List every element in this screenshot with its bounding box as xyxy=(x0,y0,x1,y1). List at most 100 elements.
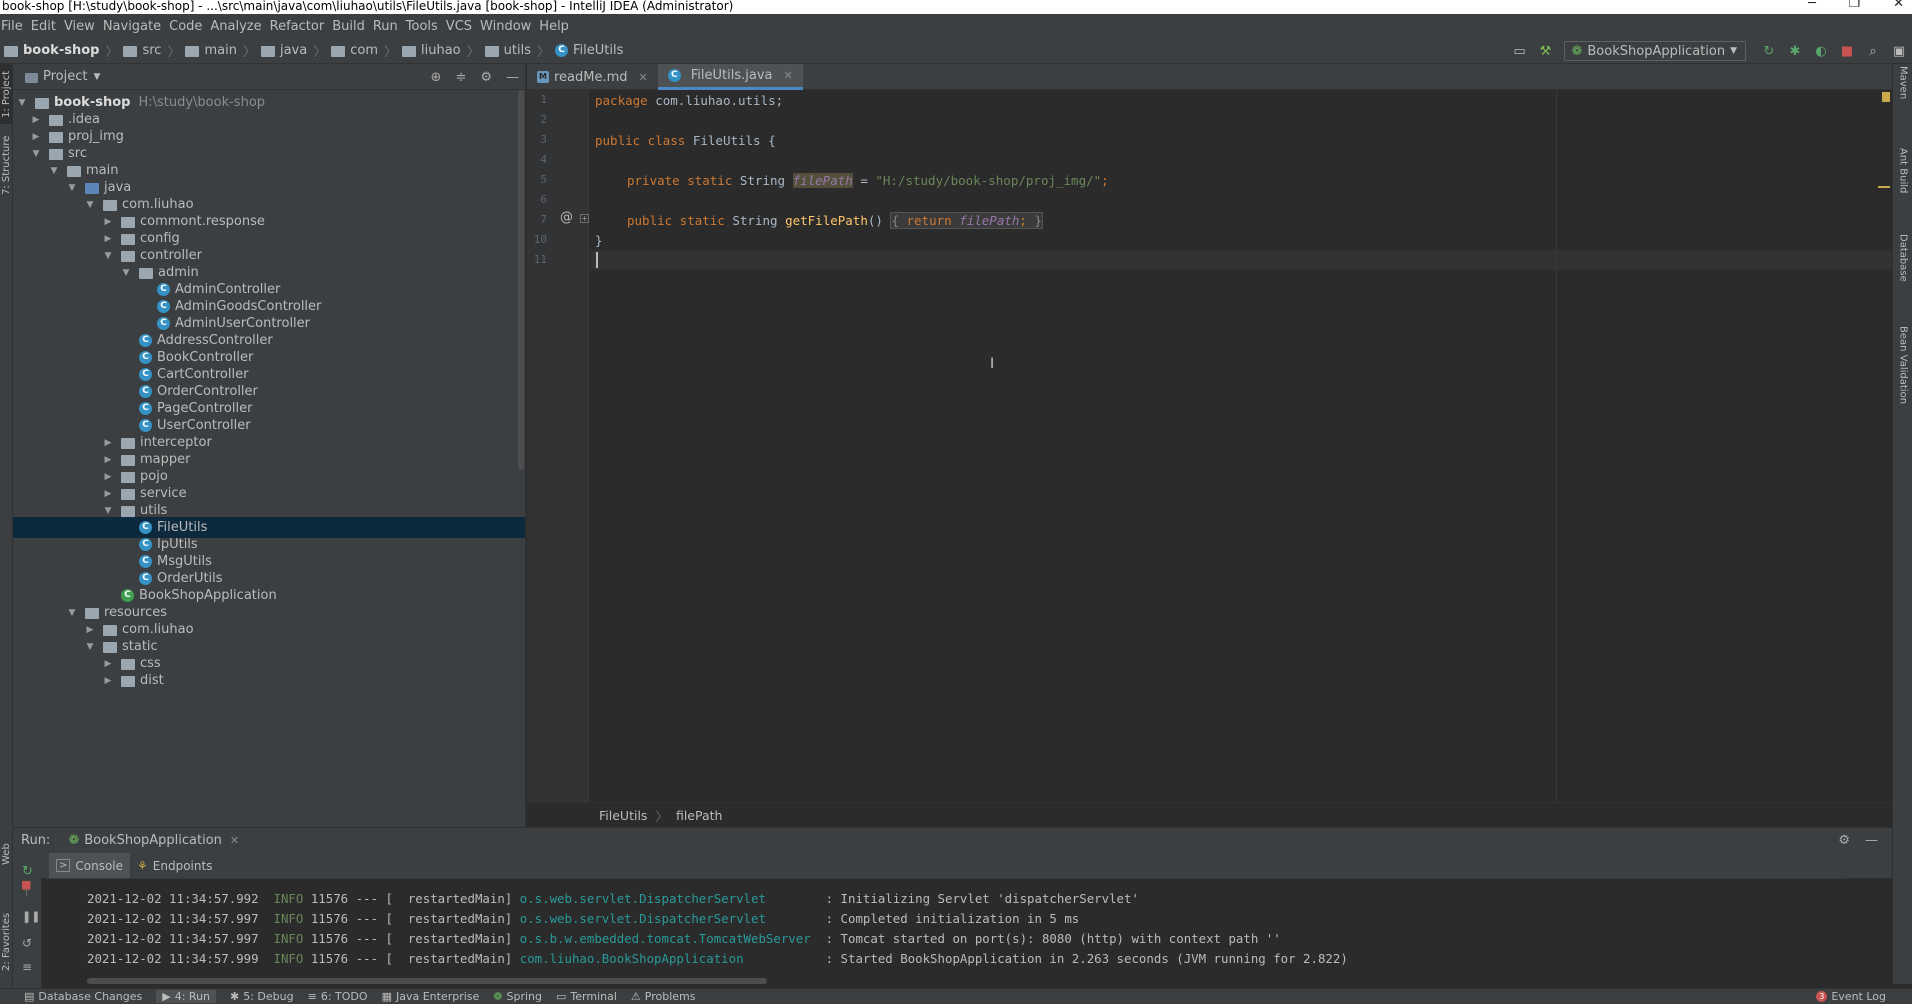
override-marker-icon[interactable]: @ xyxy=(560,210,573,225)
folder-icon xyxy=(123,46,138,57)
nav-crumb-java[interactable]: java 〉 xyxy=(260,41,331,60)
chevron-down-icon[interactable]: ▼ xyxy=(93,72,100,82)
project-structure-icon[interactable]: ▭ xyxy=(1506,40,1532,62)
tool-tab-ant-build[interactable]: Ant Build xyxy=(1895,148,1911,218)
console-scrollbar[interactable] xyxy=(87,978,767,984)
tree-item-label: AdminGoodsController xyxy=(175,299,322,314)
layout-icon[interactable]: ▣ xyxy=(1886,40,1912,62)
menu-code[interactable]: Code xyxy=(168,19,209,34)
class-icon: C xyxy=(139,368,152,381)
close-icon[interactable]: ✕ xyxy=(1893,0,1904,10)
project-view-icon xyxy=(25,72,38,83)
menu-edit[interactable]: Edit xyxy=(30,19,63,34)
nav-crumb-project[interactable]: book-shop 〉 xyxy=(4,41,123,60)
tool-tab-project[interactable]: 1: Project xyxy=(0,64,13,124)
status-tab-todo[interactable]: ≡ 6: TODO xyxy=(308,990,368,1003)
fold-toggle-icon[interactable]: + xyxy=(580,214,589,223)
menu-vcs[interactable]: VCS xyxy=(445,19,479,34)
tool-tab-maven[interactable]: Maven xyxy=(1895,66,1911,122)
menu-navigate[interactable]: Navigate xyxy=(102,19,168,34)
tool-tab-web[interactable]: Web xyxy=(0,834,13,874)
run-config-select[interactable]: ❁ BookShopApplication ▼ xyxy=(1564,41,1746,61)
menu-tools[interactable]: Tools xyxy=(405,19,445,34)
menu-analyze[interactable]: Analyze xyxy=(209,19,268,34)
status-tab-run[interactable]: ▶ 4: Run xyxy=(156,990,217,1003)
tab-readme[interactable]: MreadMe.md ✕ xyxy=(527,64,658,90)
status-tab-database-changes[interactable]: ▤ Database Changes xyxy=(24,990,142,1003)
locate-icon[interactable]: ⊕ xyxy=(431,70,442,85)
restore-icon[interactable]: ❐ xyxy=(1848,0,1860,10)
menu-build[interactable]: Build xyxy=(331,19,372,34)
project-panel-header: Project ▼ ⊕ ≑ ⚙ — xyxy=(13,64,525,90)
status-tab-spring[interactable]: ❁ Spring xyxy=(493,990,542,1003)
code-editor[interactable]: package com.liuhao.utils; public class F… xyxy=(590,90,1892,802)
tree-item-dist[interactable]: ▶ dist xyxy=(13,670,525,691)
folder-icon xyxy=(49,115,63,126)
status-tab-java-enterprise[interactable]: ▦ Java Enterprise xyxy=(382,990,480,1003)
breadcrumb-class[interactable]: FileUtils xyxy=(599,808,647,823)
close-icon[interactable]: ✕ xyxy=(784,69,793,82)
spring-app-icon: C xyxy=(121,589,134,602)
menu-run[interactable]: Run xyxy=(372,19,405,34)
close-icon[interactable]: ✕ xyxy=(639,71,648,84)
nav-crumb-fileutils[interactable]: C FileUtils xyxy=(555,43,623,58)
hide-icon[interactable]: — xyxy=(506,70,519,85)
tool-tab-database[interactable]: Database xyxy=(1895,234,1911,306)
spring-icon: ❁ xyxy=(68,833,80,848)
package-icon xyxy=(121,455,135,466)
tree-item-label: .idea xyxy=(68,112,100,127)
build-hammer-icon[interactable]: ⚒ xyxy=(1532,40,1558,62)
menu-window[interactable]: Window xyxy=(479,19,538,34)
tool-tab-structure[interactable]: 7: Structure xyxy=(0,130,13,200)
nav-crumb-src[interactable]: src 〉 xyxy=(123,41,185,60)
play-icon: ▶ xyxy=(162,990,171,1003)
menu-view[interactable]: View xyxy=(63,19,102,34)
tab-endpoints[interactable]: ⚘ Endpoints xyxy=(130,853,219,878)
rerun-icon[interactable]: ↻ xyxy=(22,864,33,879)
pause-icon[interactable]: ❚❚ xyxy=(22,910,40,923)
nav-crumb-utils[interactable]: utils 〉 xyxy=(484,41,555,60)
search-icon[interactable]: ⌕ xyxy=(1860,40,1886,62)
restart-icon[interactable]: ↺ xyxy=(22,936,32,950)
collapse-all-icon[interactable]: ≑ xyxy=(455,70,466,85)
editor-gutter: 1 2 3 4 5 6 7 10 11 @ + xyxy=(527,90,589,802)
log-line: 2021-12-02 11:34:57.992 INFO 11576 --- [… xyxy=(87,891,1139,906)
tool-tab-bean-validation[interactable]: Bean Validation xyxy=(1895,326,1911,446)
stop-icon[interactable]: ■ xyxy=(21,878,31,891)
status-tab-problems[interactable]: ⚠ Problems xyxy=(631,990,696,1003)
debug-icon[interactable]: ✱ xyxy=(1782,40,1808,62)
hide-icon[interactable]: — xyxy=(1865,833,1878,848)
status-tab-debug[interactable]: ✱ 5: Debug xyxy=(230,990,294,1003)
coverage-icon[interactable]: ◐ xyxy=(1808,40,1834,62)
menu-refactor[interactable]: Refactor xyxy=(269,19,332,34)
nav-crumb-liuhao[interactable]: liuhao 〉 xyxy=(402,41,485,60)
project-panel-title[interactable]: Project xyxy=(43,69,87,84)
folded-block[interactable]: { return filePath; } xyxy=(890,212,1043,229)
menu-help[interactable]: Help xyxy=(538,19,576,34)
gear-icon[interactable]: ⚙ xyxy=(480,70,492,85)
minimize-icon[interactable]: ─ xyxy=(1808,0,1816,10)
folder-icon xyxy=(67,166,81,177)
warning-stripe-icon[interactable] xyxy=(1882,92,1890,102)
project-scrollbar[interactable] xyxy=(518,90,524,470)
run-config-tab[interactable]: BookShopApplication xyxy=(84,833,222,848)
error-stripe-mark[interactable] xyxy=(1878,186,1890,188)
gear-icon[interactable]: ⚙ xyxy=(1838,833,1850,848)
stop-icon[interactable]: ■ xyxy=(1834,40,1860,62)
tool-tab-favorites[interactable]: 2: Favorites xyxy=(0,904,13,980)
breadcrumb-field[interactable]: filePath xyxy=(676,808,723,823)
status-tab-terminal[interactable]: ▭ Terminal xyxy=(556,990,617,1003)
run-toolbar: ↻ ↑ ■ ↓ ❚❚ ↺ ≡ xyxy=(13,864,41,988)
event-log-button[interactable]: 3 Event Log xyxy=(1816,990,1886,1003)
close-icon[interactable]: ✕ xyxy=(230,834,239,847)
nav-crumb-com[interactable]: com 〉 xyxy=(331,41,402,60)
class-icon: C xyxy=(139,572,152,585)
package-icon xyxy=(121,217,135,228)
tab-fileutils[interactable]: C FileUtils.java ✕ xyxy=(657,64,803,90)
tab-console[interactable]: > Console xyxy=(49,853,131,878)
resources-folder-icon xyxy=(85,608,99,619)
rerun-icon[interactable]: ↻ xyxy=(1756,40,1782,62)
menu-file[interactable]: File xyxy=(0,19,30,34)
soft-wrap-icon[interactable]: ≡ xyxy=(22,960,32,974)
nav-crumb-main[interactable]: main 〉 xyxy=(185,41,261,60)
